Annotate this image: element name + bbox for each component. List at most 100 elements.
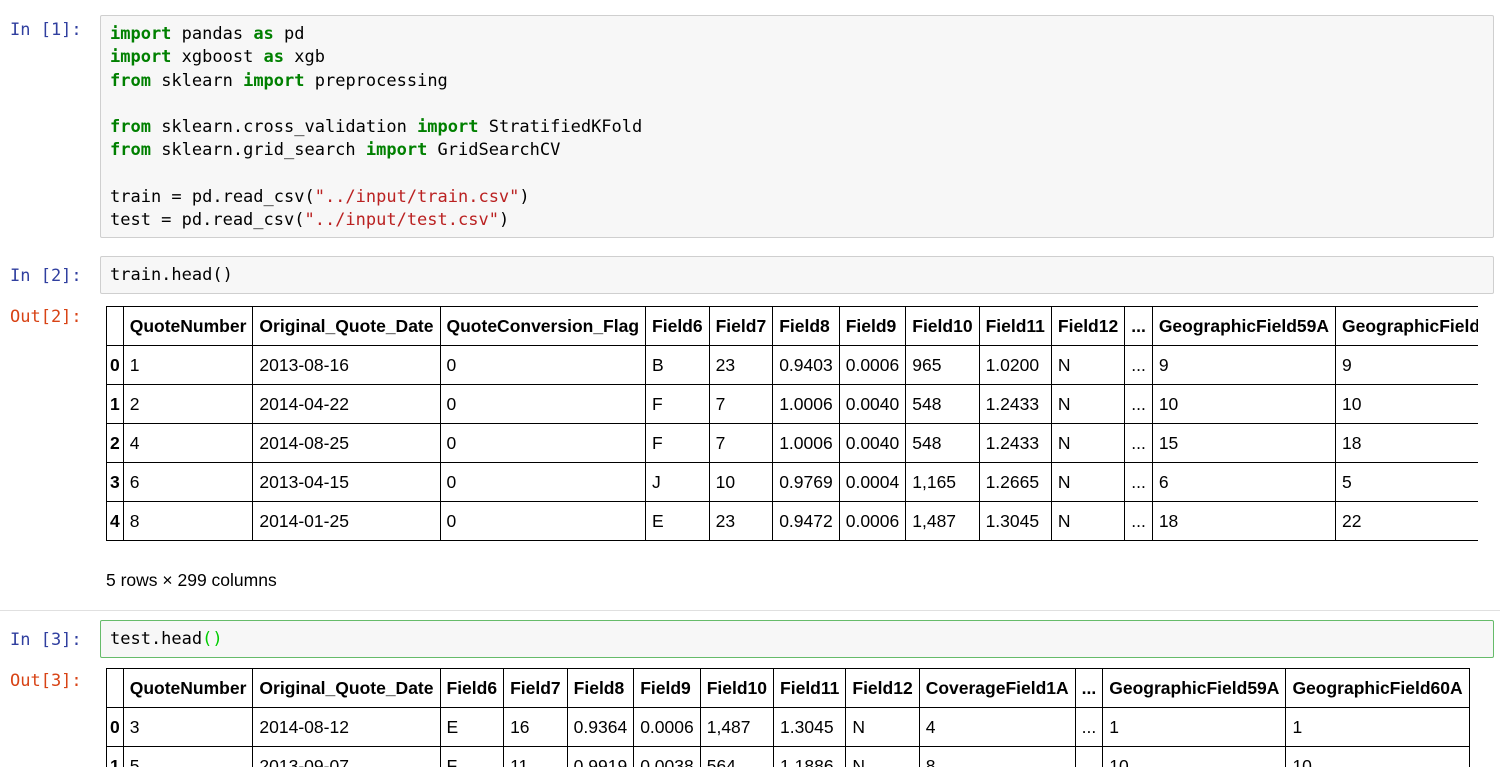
table-cell: 1.1886 [773, 746, 847, 767]
table-cell: 0 [439, 384, 647, 424]
table-cell: 965 [905, 345, 980, 385]
code-token: pandas [171, 24, 254, 44]
code-token: xgboost [171, 47, 264, 68]
index-header [106, 306, 124, 346]
table-cell: 2013-08-16 [252, 345, 441, 385]
column-header: Field10 [699, 668, 775, 708]
table-cell: 7 [708, 423, 774, 463]
dataframe-output-2[interactable]: QuoteNumber Original_Quote_Date QuoteConve… [106, 306, 1478, 541]
column-header: Original_Quote_Date [252, 668, 441, 708]
column-header: Field8 [566, 668, 635, 708]
code-token: GridSearchCV [427, 140, 561, 161]
table-cell: 4 [122, 423, 254, 463]
table-cell: 0.9403 [772, 345, 840, 385]
table-cell: 0.9472 [772, 501, 840, 541]
table-cell: N [845, 746, 920, 767]
row-index: 0 [106, 707, 124, 747]
code-token: sklearn.cross_validation [150, 117, 418, 138]
column-header: CoverageField1A [918, 668, 1076, 708]
index-header [106, 668, 124, 708]
input-prompt-2: In [2]: [10, 266, 82, 286]
code-text-3: test.head() [101, 621, 1493, 651]
table-cell: 1 [1102, 707, 1287, 747]
table-cell: 1.3045 [978, 501, 1052, 541]
row-index: 2 [106, 423, 124, 463]
table-cell: 0.0006 [838, 345, 907, 385]
table-cell: 22 [1334, 501, 1478, 541]
column-header: Field7 [503, 668, 568, 708]
output-prompt-3: Out[3]: [10, 671, 82, 691]
table-cell: 2013-04-15 [252, 462, 441, 502]
table-cell: E [645, 501, 710, 541]
cell-divider [0, 610, 1500, 611]
code-token: () [202, 629, 223, 649]
code-token: StratifiedKFold [478, 117, 643, 138]
code-string: "../input/test.csv" [304, 210, 499, 231]
table-cell: 10 [1151, 384, 1337, 424]
table-cell: 2014-04-22 [252, 384, 441, 424]
column-header: Field12 [845, 668, 920, 708]
table-cell: N [845, 707, 920, 747]
code-token: ) [519, 187, 530, 208]
table-cell: 0 [439, 501, 647, 541]
row-index: 4 [106, 501, 124, 541]
code-token: sklearn.grid_search [150, 140, 366, 161]
table-cell: 0.9919 [566, 746, 635, 767]
table-cell: 564 [699, 746, 775, 767]
table-cell: 5 [122, 746, 254, 767]
table-cell: 15 [1151, 423, 1337, 463]
table-cell: 0.9769 [772, 462, 840, 502]
code-editor-3[interactable]: test.head() [100, 620, 1494, 658]
column-header: GeographicField59A [1151, 306, 1337, 346]
table-cell: 1 [122, 345, 254, 385]
code-token: test.head [110, 629, 203, 649]
output-prompt-2: Out[2]: [10, 307, 82, 327]
input-prompt-1: In [1]: [10, 20, 82, 40]
code-keyword: import [110, 24, 172, 44]
code-token: sklearn [150, 70, 244, 91]
table-cell: 23 [708, 501, 774, 541]
table-cell: 10 [1102, 746, 1287, 767]
table-cell: 1.0200 [978, 345, 1052, 385]
row-index: 0 [106, 345, 124, 385]
table-cell: N [1050, 462, 1126, 502]
column-header: GeographicField60A [1285, 668, 1470, 708]
table-cell: 0.0006 [633, 707, 701, 747]
code-keyword: import [110, 47, 172, 68]
code-editor-1[interactable]: import pandas as pd import xgboost as xg… [100, 15, 1494, 238]
code-token: train = pd.read_csv( [110, 187, 315, 208]
code-token: xgb [284, 47, 325, 68]
table-cell: 0.0038 [633, 746, 701, 767]
table-cell: 0.0004 [838, 462, 907, 502]
table-cell: 1,487 [699, 707, 775, 747]
column-header: QuoteNumber [122, 668, 254, 708]
column-header: Field10 [905, 306, 980, 346]
table-cell: 548 [905, 384, 980, 424]
table-cell: F [439, 746, 505, 767]
row-index: 1 [106, 746, 124, 767]
table-cell: 11 [503, 746, 568, 767]
column-header: QuoteConversion_Flag [439, 306, 647, 346]
table-cell: ... [1124, 423, 1153, 463]
column-header: ... [1124, 306, 1153, 346]
code-editor-2[interactable]: train.head() [100, 256, 1494, 294]
column-header: QuoteNumber [122, 306, 254, 346]
table-cell: 18 [1151, 501, 1337, 541]
column-header: Field9 [838, 306, 907, 346]
table-cell: 23 [708, 345, 774, 385]
table-cell: J [645, 462, 710, 502]
table-cell: 18 [1334, 423, 1478, 463]
code-token: test = pd.read_csv( [110, 210, 305, 231]
code-keyword: from [110, 140, 151, 161]
dataframe-output-3[interactable]: QuoteNumber Original_Quote_Date Field6 Fiel… [106, 668, 1478, 767]
table-cell: 0.0006 [838, 501, 907, 541]
table-row: 2 4 2014-08-25 0 F 7 1.0006 0.0040 548 1.2433 N...… [106, 423, 1478, 463]
table-cell: 6 [1151, 462, 1337, 502]
table-cell: 5 [1334, 462, 1478, 502]
column-header: Field6 [645, 306, 710, 346]
table-cell: F [645, 423, 710, 463]
code-keyword: from [110, 117, 151, 138]
table-cell: 8 [122, 501, 254, 541]
column-header: Original_Quote_Date [252, 306, 441, 346]
table-cell: 4 [918, 707, 1076, 747]
